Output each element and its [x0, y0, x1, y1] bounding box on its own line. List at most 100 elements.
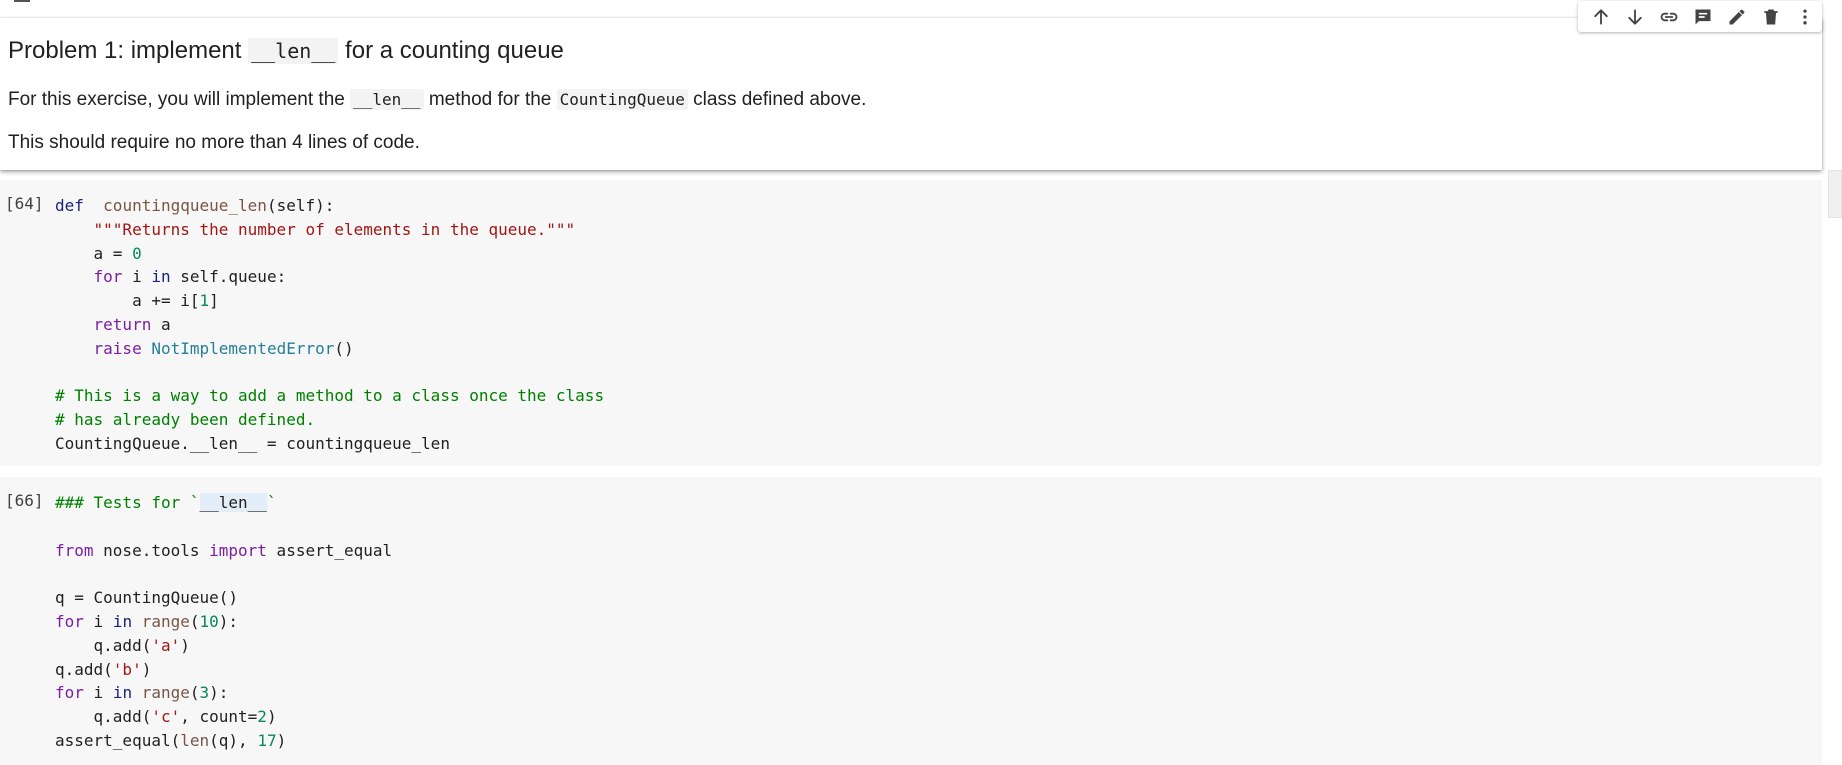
edit-icon — [1729, 9, 1745, 24]
code-token: ) — [180, 635, 190, 655]
code-token: range — [141, 611, 190, 631]
code-token: nose.tools — [93, 540, 210, 560]
link-icon — [1660, 12, 1678, 21]
code-line: q = CountingQueue() — [55, 588, 238, 607]
code-token: def — [55, 196, 84, 215]
code-line: a += i[1] — [55, 291, 219, 310]
code-token: 3 — [199, 683, 210, 703]
code-token: ( — [189, 683, 200, 703]
more-options-icon — [1803, 9, 1807, 24]
code-token: """Returns the number of elements in the… — [93, 219, 576, 239]
code-token: CountingQueue.__len__ = countingqueue_le… — [55, 433, 450, 453]
code-token: 1 — [199, 291, 210, 311]
code-token: a = — [55, 243, 133, 263]
code-line: ### Tests for `__len__` — [55, 493, 277, 512]
code-token: ` — [266, 493, 277, 512]
move-cell-up-button[interactable] — [1584, 2, 1618, 32]
code-token: in — [151, 267, 171, 287]
comment-icon — [1695, 9, 1711, 24]
code-token: ### Tests for ` — [55, 493, 200, 512]
code-editor[interactable]: def countingqueue_len(self): """Returns … — [55, 194, 604, 456]
code-token: (self): — [266, 196, 335, 215]
code-token: NotImplementedError — [151, 338, 335, 358]
code-token: ) — [141, 659, 152, 679]
code-line: q.add('a') — [55, 636, 190, 655]
code-cell[interactable]: [66] ### Tests for `__len__` from nose.t… — [0, 477, 1822, 765]
execution-count: [66] — [5, 491, 44, 510]
code-token: 10 — [199, 611, 219, 631]
delete-icon — [1764, 9, 1778, 24]
more-options-button[interactable] — [1788, 2, 1822, 32]
code-token: for — [93, 267, 123, 287]
copy-link-button[interactable] — [1652, 2, 1686, 32]
code-token: (q), — [209, 730, 258, 750]
code-token: 'b' — [112, 659, 142, 679]
code-token: self.queue: — [170, 267, 287, 287]
code-token: # This is a way to add a method to a cla… — [55, 386, 605, 406]
code-token: return — [93, 314, 152, 334]
code-token: range — [141, 683, 190, 703]
code-line: # This is a way to add a method to a cla… — [55, 386, 604, 405]
code-token: import — [209, 540, 267, 560]
code-token: 2 — [257, 707, 267, 727]
code-token: in — [112, 683, 133, 703]
code-token: i — [83, 683, 113, 703]
instruction-paragraph: For this exercise, you will implement th… — [8, 89, 867, 110]
code-token: ) — [276, 730, 287, 750]
execution-count: [64] — [5, 194, 44, 213]
code-token: ] — [209, 291, 219, 311]
code-line: def countingqueue_len(self): — [55, 196, 334, 215]
code-token: raise — [93, 338, 142, 358]
code-token: ): — [209, 683, 229, 703]
code-token: i — [122, 267, 152, 287]
code-line: q.add('c', count=2) — [55, 707, 277, 726]
add-comment-button[interactable] — [1686, 2, 1720, 32]
code-token: a += i[ — [55, 291, 200, 311]
code-line: # has already been defined. — [55, 410, 315, 429]
code-token: for — [55, 683, 84, 703]
code-token: # has already been defined. — [55, 410, 316, 430]
code-editor[interactable]: ### Tests for `__len__` from nose.tools … — [55, 491, 392, 753]
code-token: ( — [189, 611, 200, 631]
code-token: q = CountingQueue() — [55, 588, 239, 608]
move-cell-down-button[interactable] — [1618, 2, 1652, 32]
markdown-cell[interactable]: Problem 1: implement __len__ for a count… — [0, 18, 1822, 170]
code-token: q.add( — [55, 659, 113, 679]
code-token: countingqueue_len — [103, 196, 267, 215]
cell-toolbar — [1578, 1, 1822, 32]
code-token: ) — [266, 707, 277, 727]
code-token: __len__ — [199, 493, 267, 512]
move-up-icon — [1594, 8, 1608, 25]
constraint-paragraph: This should require no more than 4 lines… — [8, 132, 420, 153]
code-line: from nose.tools import assert_equal — [55, 541, 392, 560]
code-token: q.add( — [55, 635, 152, 655]
code-token: in — [112, 611, 133, 631]
inline-code: __len__ — [248, 38, 339, 64]
code-token: for — [55, 611, 84, 631]
code-line: for i in range(3): — [55, 683, 228, 702]
code-line: """Returns the number of elements in the… — [55, 219, 576, 239]
inline-code: __len__ — [350, 89, 424, 110]
code-token: a — [151, 314, 171, 334]
code-line: for i in self.queue: — [55, 267, 287, 287]
code-token: , count= — [180, 707, 258, 727]
code-token: 0 — [132, 243, 142, 263]
code-token: () — [334, 338, 354, 358]
inline-code: CountingQueue — [556, 89, 688, 110]
code-token: 17 — [257, 730, 277, 750]
previous-cell-edge — [14, 0, 30, 2]
code-token: 'c' — [151, 707, 181, 727]
code-cell[interactable]: [64] def countingqueue_len(self): """Ret… — [0, 180, 1822, 466]
delete-cell-button[interactable] — [1754, 2, 1788, 32]
edit-cell-button[interactable] — [1720, 2, 1754, 32]
scrollbar-thumb[interactable] — [1828, 170, 1842, 218]
code-line: q.add('b') — [55, 660, 151, 679]
code-line: CountingQueue.__len__ = countingqueue_le… — [55, 434, 450, 453]
code-line: return a — [55, 315, 171, 334]
code-token: 'a' — [151, 635, 181, 655]
